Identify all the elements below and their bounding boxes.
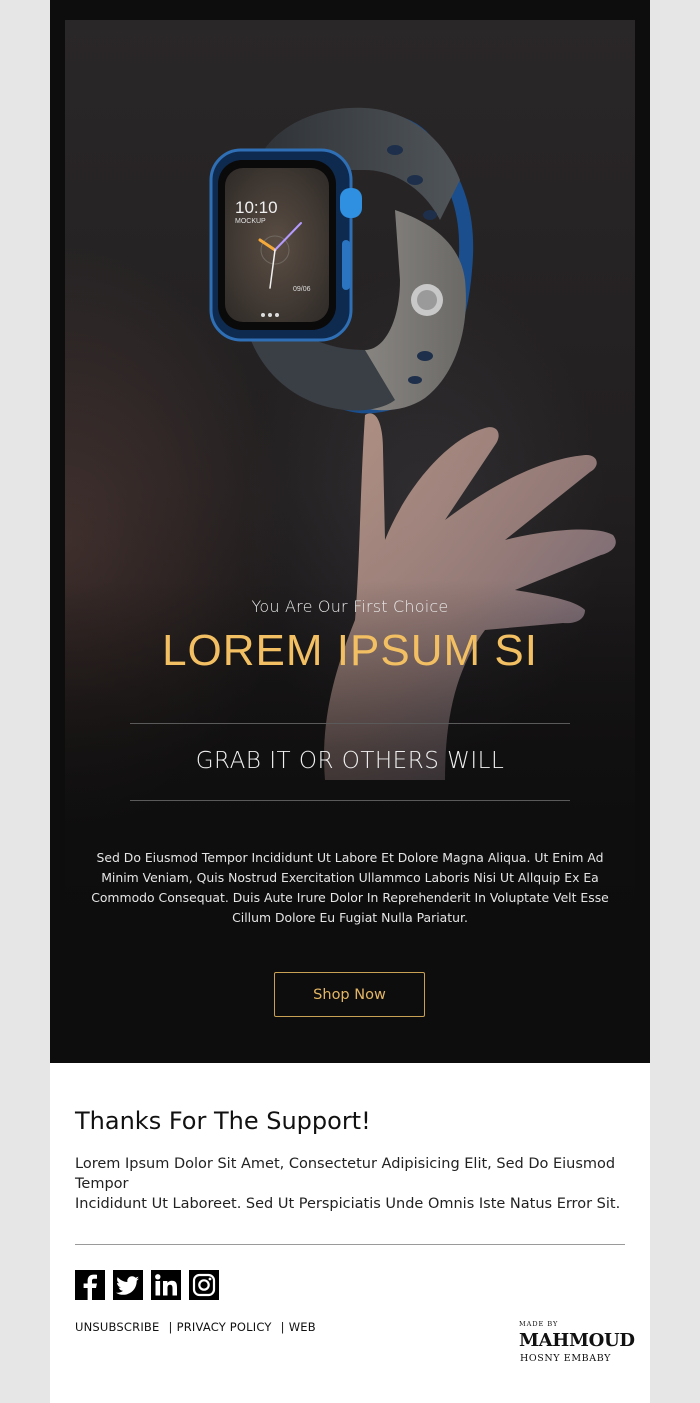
divider xyxy=(130,723,570,724)
link-separator: | xyxy=(280,1320,285,1334)
unsubscribe-link[interactable]: UNSUBSCRIBE xyxy=(75,1320,160,1334)
privacy-policy-link[interactable]: PRIVACY POLICY xyxy=(177,1320,272,1334)
shop-now-button[interactable]: Shop Now xyxy=(274,972,425,1017)
social-links xyxy=(75,1270,219,1300)
footer-text-line: Incididunt Ut Laboreet. Sed Ut Perspicia… xyxy=(75,1196,621,1212)
facebook-icon[interactable] xyxy=(75,1270,105,1300)
email-container: 10:10 MOCKUP 09/06 You Are Our First Cho… xyxy=(50,0,650,1403)
maker-subname: HOSNY EMBABY xyxy=(520,1353,611,1364)
watch-time: 10:10 xyxy=(235,198,278,217)
web-link[interactable]: WEB xyxy=(289,1320,316,1334)
footer-section: Thanks For The Support! Lorem Ipsum Dolo… xyxy=(50,1063,650,1403)
divider xyxy=(130,800,570,801)
maker-logo: MADE BY MAHMOUD HOSNY EMBABY xyxy=(519,1320,635,1364)
footer-divider xyxy=(75,1244,625,1245)
watch-label: MOCKUP xyxy=(235,218,266,225)
footer-text: Lorem Ipsum Dolor Sit Amet, Consectetur … xyxy=(75,1154,625,1214)
hero-subtitle: You Are Our First Choice xyxy=(251,597,449,616)
footer-heading: Thanks For The Support! xyxy=(75,1107,371,1135)
link-separator: | xyxy=(168,1320,173,1334)
footer-text-line: Lorem Ipsum Dolor Sit Amet, Consectetur … xyxy=(75,1156,616,1192)
maker-made-by: MADE BY xyxy=(519,1320,559,1328)
maker-name: MAHMOUD xyxy=(519,1330,635,1351)
twitter-icon[interactable] xyxy=(113,1270,143,1300)
linkedin-icon[interactable] xyxy=(151,1270,181,1300)
hero-headline: LOREM IPSUM SI xyxy=(162,626,538,675)
watch-date: 09/06 xyxy=(293,286,311,293)
instagram-icon[interactable] xyxy=(189,1270,219,1300)
footer-links: UNSUBSCRIBE | PRIVACY POLICY | WEB xyxy=(75,1320,316,1334)
hero-tagline: GRAB IT OR OTHERS WILL xyxy=(195,748,505,774)
hero-body-text: Sed Do Eiusmod Tempor Incididunt Ut Labo… xyxy=(91,850,609,925)
hero-section: 10:10 MOCKUP 09/06 You Are Our First Cho… xyxy=(50,0,650,1063)
